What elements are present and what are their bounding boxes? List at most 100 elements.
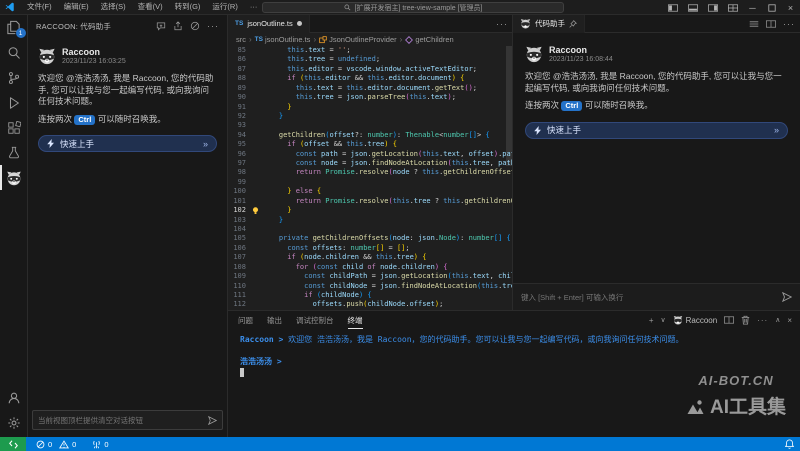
panel-tab-2[interactable]: 调试控制台 [296, 311, 334, 329]
sidebar-chat-input[interactable]: 当前视图顶栏提供清空对话按钮 [32, 410, 223, 430]
send-icon[interactable] [782, 292, 792, 302]
code-line-102[interactable]: 102 } [228, 206, 512, 215]
panel-tab-3[interactable]: 终端 [348, 311, 363, 329]
layout-customize-icon[interactable] [723, 4, 743, 12]
layout-list-icon[interactable] [749, 20, 759, 28]
code-line-97[interactable]: 97 const node = json.findNodeAtLocation(… [228, 159, 512, 168]
menu-more[interactable]: ··· [244, 0, 264, 14]
chevron-down-icon[interactable]: ∨ [661, 316, 666, 324]
code-line-107[interactable]: 107 if (node.children && this.tree) { [228, 253, 512, 262]
welcome-message-2: 连按两次 Ctrl 可以随时召唤我。 [38, 114, 217, 126]
code-editor[interactable]: 85 this.text = '';86 this.tree = undefin… [228, 46, 512, 310]
code-line-88[interactable]: 88 if (this.editor && this.editor.docume… [228, 74, 512, 83]
problems-status[interactable]: 0 0 [36, 440, 76, 449]
code-line-110[interactable]: 110 const childNode = json.findNodeAtLoc… [228, 282, 512, 291]
remote-indicator[interactable] [0, 437, 26, 451]
layout-sidebar-right-icon[interactable] [703, 4, 723, 12]
account-button[interactable] [0, 385, 28, 410]
code-line-93[interactable]: 93 [228, 121, 512, 130]
menu-item-1[interactable]: 编辑(E) [58, 0, 95, 14]
panel-tab-0[interactable]: 问题 [238, 311, 253, 329]
breadcrumb-method[interactable]: getChildren [405, 35, 453, 44]
pin-icon[interactable] [569, 20, 577, 28]
activity-testing[interactable] [0, 140, 28, 165]
activity-source-control[interactable] [0, 65, 28, 90]
new-terminal-icon[interactable]: + [649, 316, 654, 325]
terminal-selector[interactable]: Raccoon [673, 315, 718, 325]
assistant-chat-input[interactable]: 键入 [Shift + Enter] 可输入换行 [513, 283, 800, 310]
activity-extensions[interactable] [0, 115, 28, 140]
code-line-112[interactable]: 112 offsets.push(childNode.offset); [228, 300, 512, 309]
sidebar-input-placeholder: 当前视图顶栏提供清空对话按钮 [38, 415, 204, 426]
code-line-96[interactable]: 96 const path = json.getLocation(this.te… [228, 150, 512, 159]
more-actions-icon[interactable]: ··· [207, 21, 219, 31]
code-line-87[interactable]: 87 this.editor = vscode.window.activeTex… [228, 65, 512, 74]
quick-start-button[interactable]: 快速上手 » [525, 122, 788, 139]
settings-circle-icon[interactable] [190, 21, 200, 31]
lightbulb-icon[interactable] [251, 206, 260, 215]
menu-item-2[interactable]: 选择(S) [95, 0, 132, 14]
editor-more-actions-icon[interactable]: ··· [496, 19, 508, 29]
code-line-90[interactable]: 90 this.tree = json.parseTree(this.text)… [228, 93, 512, 102]
code-line-98[interactable]: 98 return Promise.resolve(node ? this.ge… [228, 168, 512, 177]
breadcrumb-class[interactable]: JsonOutlineProvider [319, 35, 397, 44]
ports-status[interactable]: 0 [92, 440, 108, 449]
panel-tab-1[interactable]: 输出 [267, 311, 282, 329]
modified-dot-icon[interactable] [297, 21, 302, 26]
code-line-92[interactable]: 92 } [228, 112, 512, 121]
breadcrumb-file[interactable]: TSjsonOutline.ts [255, 35, 311, 44]
code-line-100[interactable]: 100 } else { [228, 187, 512, 196]
code-line-85[interactable]: 85 this.text = ''; [228, 46, 512, 55]
split-terminal-icon[interactable] [724, 316, 734, 324]
title-bar: 文件(F)编辑(E)选择(S)查看(V)转到(G)运行(R) ··· ← → [… [0, 0, 800, 15]
activity-search[interactable] [0, 40, 28, 65]
breadcrumb-src[interactable]: src [236, 35, 246, 44]
maximize-button[interactable] [762, 0, 781, 15]
export-icon[interactable] [173, 21, 183, 31]
maximize-panel-icon[interactable]: ∧ [775, 316, 780, 324]
quick-start-button[interactable]: 快速上手 » [38, 135, 217, 152]
chevron-right-icon: » [774, 125, 779, 135]
gear-icon [7, 416, 21, 430]
menu-item-3[interactable]: 查看(V) [132, 0, 169, 14]
minimize-button[interactable]: ─ [743, 0, 762, 15]
code-line-94[interactable]: 94 getChildren(offset?: number): Thenabl… [228, 131, 512, 140]
tab-code-assistant[interactable]: 代码助手 [513, 15, 585, 33]
code-line-105[interactable]: 105 private getChildrenOffsets(node: jso… [228, 234, 512, 243]
layout-panel-icon[interactable] [683, 4, 703, 12]
code-line-108[interactable]: 108 for (const child of node.children) { [228, 263, 512, 272]
code-line-86[interactable]: 86 this.tree = undefined; [228, 55, 512, 64]
code-line-91[interactable]: 91 } [228, 103, 512, 112]
beaker-icon [7, 146, 21, 160]
new-chat-icon[interactable] [156, 21, 166, 31]
code-line-103[interactable]: 103 } [228, 216, 512, 225]
tab-jsonoutline[interactable]: TS jsonOutline.ts [228, 15, 310, 33]
line-number: 85 [228, 46, 250, 55]
code-line-109[interactable]: 109 const childPath = json.getLocation(t… [228, 272, 512, 281]
menu-item-4[interactable]: 转到(G) [169, 0, 207, 14]
menu-item-5[interactable]: 运行(R) [206, 0, 243, 14]
more-actions-icon[interactable]: ··· [757, 316, 768, 325]
activity-raccoon[interactable] [0, 165, 28, 190]
layout-sidebar-left-icon[interactable] [663, 4, 683, 12]
send-icon[interactable] [208, 416, 217, 425]
activity-explorer[interactable]: 1 [0, 15, 28, 40]
code-line-101[interactable]: 101 return Promise.resolve(this.tree ? t… [228, 197, 512, 206]
more-actions-icon[interactable]: ··· [783, 19, 795, 29]
close-button[interactable]: × [781, 0, 800, 15]
assistant-panel: 代码助手 ··· Raccoon 2023/11/23 16:08 [513, 15, 800, 310]
code-line-89[interactable]: 89 this.text = this.editor.document.getT… [228, 84, 512, 93]
code-line-111[interactable]: 111 if (childNode) { [228, 291, 512, 300]
code-line-95[interactable]: 95 if (offset && this.tree) { [228, 140, 512, 149]
split-editor-icon[interactable] [766, 20, 776, 28]
command-center-search[interactable]: [扩展开发宿主] tree-view-sample [管理员] [262, 2, 564, 13]
code-line-99[interactable]: 99 [228, 178, 512, 187]
code-line-106[interactable]: 106 const offsets: number[] = []; [228, 244, 512, 253]
bell-icon[interactable] [785, 439, 794, 449]
close-panel-icon[interactable]: × [787, 316, 792, 325]
trash-icon[interactable] [741, 315, 750, 325]
activity-run-debug[interactable] [0, 90, 28, 115]
settings-button[interactable] [0, 410, 28, 435]
code-line-104[interactable]: 104 [228, 225, 512, 234]
menu-item-0[interactable]: 文件(F) [21, 0, 58, 14]
